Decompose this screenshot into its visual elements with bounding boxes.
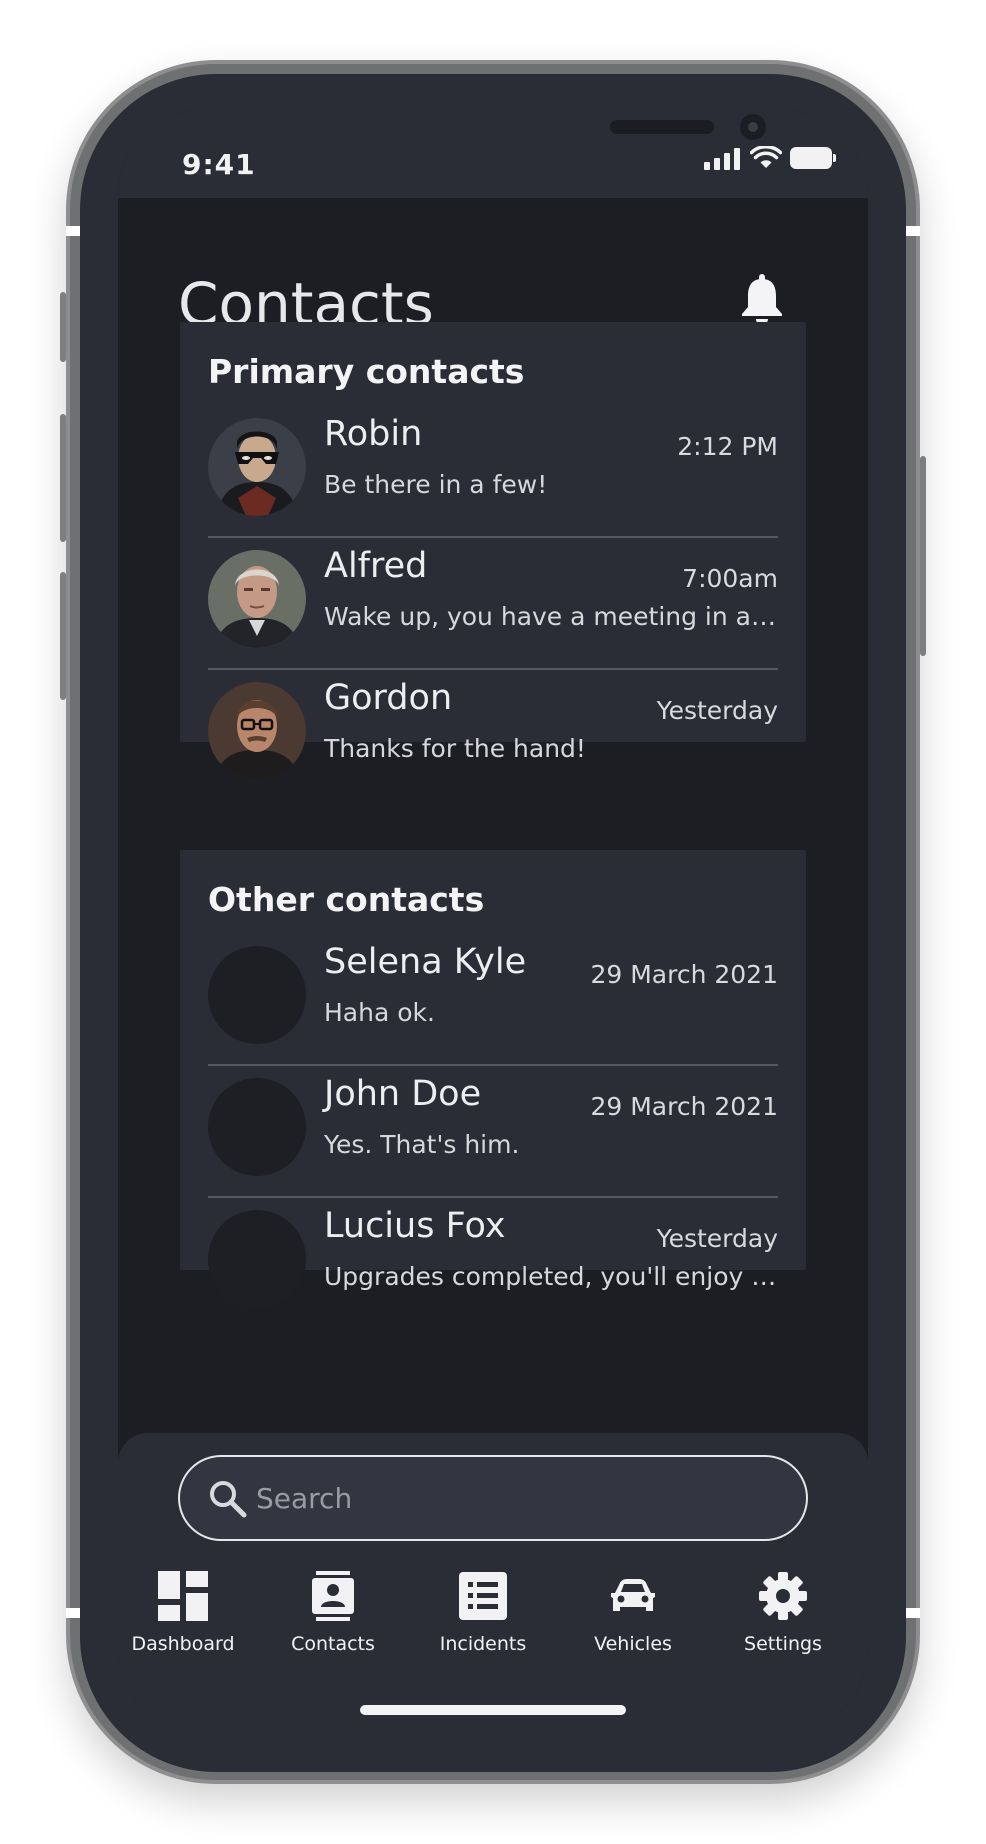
bottom-nav: Dashboard Contacts Incidents Vehicles Se… [118,1571,868,1671]
nav-item-vehicles[interactable]: Vehicles [568,1571,698,1671]
contact-time: 2:12 PM [677,432,778,461]
avatar-placeholder [208,1078,306,1176]
nav-item-contacts[interactable]: Contacts [268,1571,398,1671]
nav-label: Incidents [439,1633,527,1655]
dashboard-icon [158,1571,208,1621]
avatar-placeholder [208,1210,306,1308]
home-indicator[interactable] [360,1705,626,1715]
contacts-icon [312,1571,354,1621]
contact-message: Be there in a few! [324,470,548,499]
mute-switch [60,292,66,362]
search-icon [210,1481,247,1518]
other-contacts-card: Other contacts Selena Kyle 29 March 2021… [180,850,806,1308]
contact-time: Yesterday [656,696,778,725]
primary-contacts-card: Primary contacts Robin 2:12 PM Be there … [180,322,806,780]
contact-time: 29 March 2021 [590,960,778,989]
contact-message: Upgrades completed, you'll enjoy the rid… [324,1262,778,1291]
notch [286,110,766,168]
incidents-icon [459,1572,507,1620]
contact-message: Thanks for the hand! [324,734,586,763]
nav-label: Contacts [291,1633,375,1655]
antenna-band [906,226,920,236]
avatar [208,682,306,780]
bell-icon[interactable] [740,274,784,326]
contact-row-gordon[interactable]: Gordon Yesterday Thanks for the hand! [208,670,778,802]
contact-name: Lucius Fox [324,1206,506,1246]
contact-message: Haha ok. [324,998,435,1027]
volume-up-button [60,414,66,542]
contact-name: Selena Kyle [324,942,527,982]
contact-time: Yesterday [656,1224,778,1253]
wifi-icon [750,146,782,168]
nav-label: Vehicles [594,1633,672,1655]
contact-name: John Doe [324,1074,482,1114]
nav-item-settings[interactable]: Settings [718,1571,848,1671]
front-camera [740,114,766,140]
battery-icon [790,147,836,169]
contact-message: Yes. That's him. [324,1130,520,1159]
bottom-panel: Dashboard Contacts [118,1433,868,1735]
signal-icon [704,148,742,170]
contact-message: Wake up, you have a meeting in an hour. [324,602,778,631]
screen: 9:41 Contacts Primary contacts Robin 2:1… [118,110,868,1735]
status-bar: 9:41 [118,110,868,198]
volume-down-button [60,572,66,700]
nav-label: Settings [744,1633,822,1655]
antenna-band [906,1608,920,1618]
contact-row-selena-kyle[interactable]: Selena Kyle 29 March 2021 Haha ok. [208,934,778,1066]
speaker [610,120,714,134]
nav-label: Dashboard [131,1633,235,1655]
contact-name: Gordon [324,678,453,718]
contact-name: Alfred [324,546,428,586]
antenna-band [66,226,80,236]
vehicles-icon [611,1579,655,1611]
primary-contacts-title: Primary contacts [208,352,525,391]
avatar [208,550,306,648]
other-contacts-title: Other contacts [208,880,485,919]
antenna-band [66,1608,80,1618]
search-bar[interactable] [178,1455,808,1541]
search-input[interactable] [256,1457,776,1539]
status-time: 9:41 [182,148,256,181]
nav-item-dashboard[interactable]: Dashboard [118,1571,248,1671]
contact-name: Robin [324,414,423,454]
contact-time: 7:00am [682,564,778,593]
contact-row-lucius-fox[interactable]: Lucius Fox Yesterday Upgrades completed,… [208,1198,778,1330]
contact-row-alfred[interactable]: Alfred 7:00am Wake up, you have a meetin… [208,538,778,670]
avatar [208,418,306,516]
avatar-placeholder [208,946,306,1044]
settings-icon [759,1572,807,1620]
contact-row-john-doe[interactable]: John Doe 29 March 2021 Yes. That's him. [208,1066,778,1198]
power-button [920,456,926,656]
contact-time: 29 March 2021 [590,1092,778,1121]
contact-row-robin[interactable]: Robin 2:12 PM Be there in a few! [208,406,778,538]
nav-item-incidents[interactable]: Incidents [418,1571,548,1671]
